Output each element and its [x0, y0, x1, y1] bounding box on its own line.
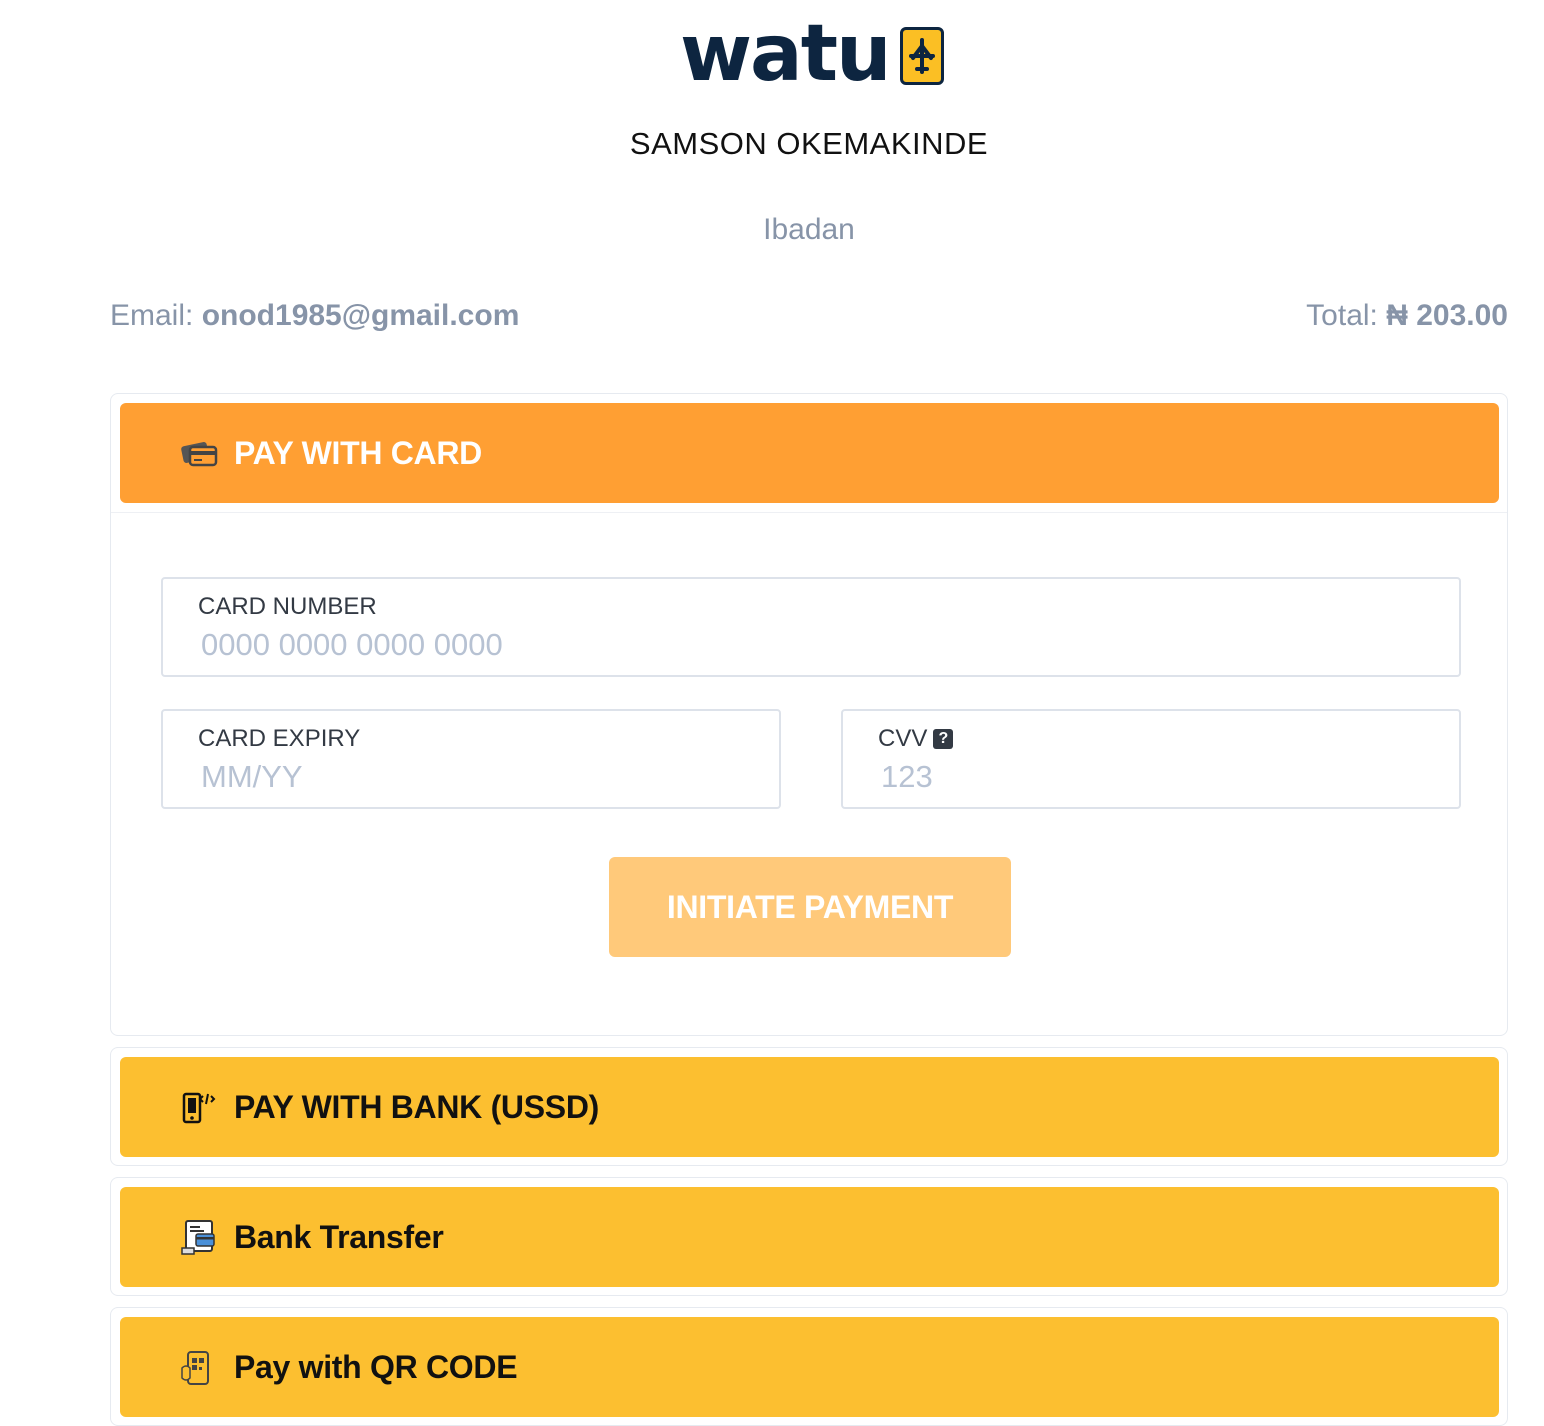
- cvv-label: CVV: [878, 725, 928, 752]
- initiate-payment-button[interactable]: INITIATE PAYMENT: [609, 857, 1011, 957]
- tab-label: PAY WITH BANK (USSD): [234, 1088, 599, 1125]
- card-number-field[interactable]: CARD NUMBER: [161, 577, 1461, 677]
- card-expiry-field[interactable]: CARD EXPIRY: [161, 709, 781, 809]
- card-number-input[interactable]: [201, 625, 1439, 665]
- bank-transfer-icon: [180, 1218, 218, 1256]
- mobile-ussd-icon: [180, 1088, 218, 1126]
- tab-bank-transfer[interactable]: Bank Transfer: [120, 1187, 1499, 1287]
- cvv-input[interactable]: [881, 757, 1439, 797]
- tab-pay-with-bank-ussd[interactable]: PAY WITH BANK (USSD): [120, 1057, 1499, 1157]
- email-label: Email:: [110, 299, 194, 332]
- cvv-label-row: CVV ?: [878, 725, 954, 753]
- tab-label: Pay with QR CODE: [234, 1348, 518, 1385]
- card-expiry-label: CARD EXPIRY: [198, 725, 361, 752]
- qr-code-panel: Pay with QR CODE: [110, 1307, 1508, 1426]
- card-payment-panel: PAY WITH CARD CARD NUMBER CARD EXPIRY CV…: [110, 393, 1508, 1036]
- question-icon[interactable]: ?: [933, 729, 954, 749]
- customer-email: Email: onod1985@gmail.com: [110, 299, 519, 333]
- tab-pay-with-card[interactable]: PAY WITH CARD: [120, 403, 1499, 503]
- cvv-field[interactable]: CVV ?: [841, 709, 1461, 809]
- card-number-label: CARD NUMBER: [198, 593, 377, 620]
- credit-card-icon: [180, 434, 218, 472]
- tab-label: Bank Transfer: [234, 1218, 444, 1255]
- total-value: ₦ 203.00: [1386, 299, 1508, 332]
- merchant-name: SAMSON OKEMAKINDE: [629, 126, 989, 161]
- airplane-icon: [899, 27, 944, 85]
- panel-divider: [111, 512, 1507, 513]
- tab-pay-with-qr-code[interactable]: Pay with QR CODE: [120, 1317, 1499, 1417]
- total-label: Total:: [1306, 299, 1378, 332]
- bank-transfer-panel: Bank Transfer: [110, 1177, 1508, 1296]
- ussd-payment-panel: PAY WITH BANK (USSD): [110, 1047, 1508, 1166]
- watu-logo: watu: [680, 14, 944, 94]
- qr-code-icon: [180, 1348, 218, 1386]
- logo-text: watu: [680, 9, 892, 99]
- merchant-city: Ibadan: [763, 213, 855, 246]
- email-value: onod1985@gmail.com: [201, 299, 520, 332]
- order-total: Total: ₦ 203.00: [1306, 299, 1508, 333]
- card-expiry-input[interactable]: [201, 757, 759, 797]
- tab-label: PAY WITH CARD: [234, 434, 482, 471]
